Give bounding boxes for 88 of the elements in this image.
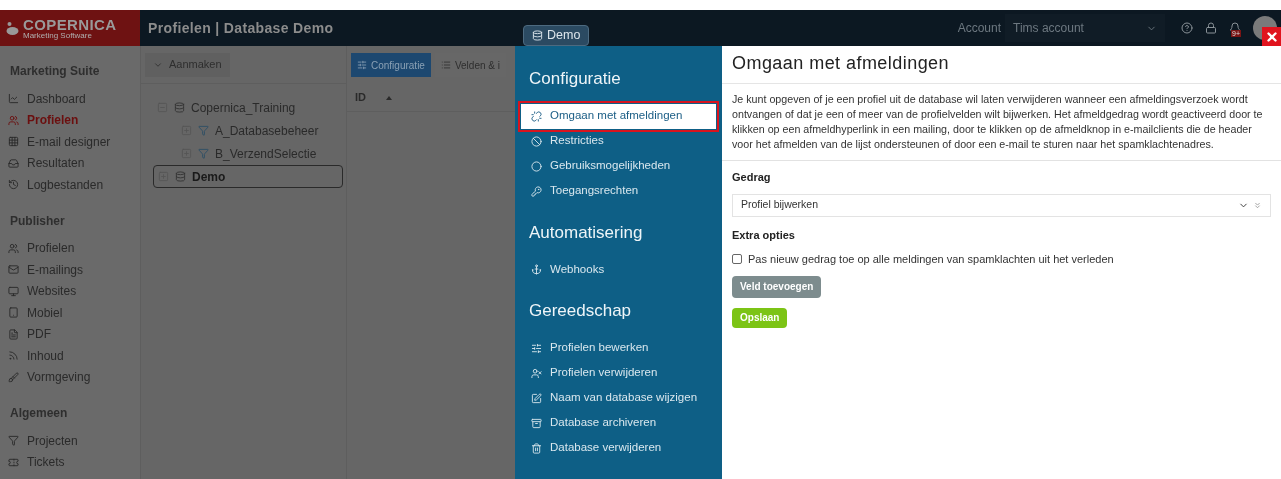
sidebar-item[interactable]: Resultaten — [8, 152, 140, 174]
bell-icon[interactable] — [1229, 22, 1241, 34]
close-icon — [1264, 29, 1279, 44]
lock-icon[interactable] — [1205, 22, 1217, 34]
menu-item[interactable]: Gebruiksmogelijkheden — [521, 153, 716, 179]
help-icon[interactable] — [1181, 22, 1193, 34]
edit-icon — [531, 392, 542, 404]
grid-icon — [8, 136, 19, 148]
menu-item[interactable]: Toegangsrechten — [521, 178, 716, 204]
sidebar-item[interactable]: Logbestanden — [8, 174, 140, 196]
filter-icon — [198, 148, 209, 159]
sidebar-item[interactable]: Inhoud — [8, 345, 140, 367]
envelope-icon — [8, 264, 19, 276]
sidebar-item[interactable]: PDF — [8, 323, 140, 345]
sidebar-item[interactable]: Vormgeving — [8, 366, 140, 388]
account-select[interactable]: Tims account — [1005, 14, 1165, 42]
database-icon — [175, 171, 186, 182]
close-button[interactable] — [1262, 27, 1281, 46]
description: Je kunt opgeven of je een profiel uit de database wil laten verwijderen wanneer een afmeldingsverzoek wordt ontvangen of dat je een of meer van de profielvelden wilt bijwerken. Het afmeldgedrag wordt geactiveerd door te klikken op een afmeldhyperlink in een mailing, door te klikken op de afmeldknop in e-mailclients die de header voor het afmelden van de lijst ondersteunen of door een e-mail te sturen naar het spamklachtenadres. — [722, 84, 1281, 161]
sliders-icon — [531, 342, 542, 354]
behavior-select[interactable]: Profiel bijwerken — [732, 193, 1271, 217]
menu-item[interactable]: Database archiveren — [521, 410, 716, 436]
add-field-button[interactable]: Veld toevoegen — [732, 275, 822, 298]
field-label: Gedrag — [732, 170, 772, 185]
content-title: Omgaan met afmeldingen — [722, 46, 1281, 84]
database-icon — [532, 30, 543, 41]
database-button[interactable]: Demo — [523, 25, 590, 46]
menu-heading: Automatisering — [528, 221, 644, 244]
sidebar-item[interactable]: E-mailings — [8, 259, 140, 281]
column-header[interactable]: ID — [355, 89, 366, 106]
chart-icon — [8, 93, 19, 105]
anchor-icon — [531, 264, 542, 275]
ban-icon — [531, 135, 542, 147]
monitor-icon — [8, 285, 19, 297]
menu-heading: Gereedschap — [528, 300, 633, 322]
sidebar-item[interactable]: E-mail designer — [8, 131, 140, 153]
history-icon — [8, 179, 19, 191]
sidebar-item[interactable]: Dashboard — [8, 88, 140, 110]
section-heading: Publisher — [9, 212, 66, 230]
page-title: Profielen | Database Demo — [148, 18, 335, 38]
logo: COPERNICA Marketing Software — [0, 10, 140, 46]
menu-item[interactable]: Naam van database wijzigen — [521, 385, 716, 411]
account-label: Account — [957, 20, 1001, 37]
field-label: Extra opties — [732, 227, 796, 243]
tree-node[interactable]: B_VerzendSelectie — [177, 142, 346, 165]
menu-item[interactable]: Webhooks — [521, 257, 716, 282]
tree-node[interactable]: Copernica_Training — [153, 96, 346, 119]
users-icon — [8, 114, 19, 126]
key-icon — [531, 185, 542, 197]
spam-checkbox[interactable]: Pas nieuw gedrag toe op alle meldingen van spamklachten uit het verleden — [732, 251, 1271, 268]
ticket-icon — [8, 456, 19, 468]
menu-item[interactable]: Database verwijderen — [521, 435, 716, 461]
tree-node[interactable]: Demo — [153, 165, 343, 188]
inbox-icon — [8, 157, 19, 169]
section-heading: Marketing Suite — [9, 63, 101, 80]
save-button[interactable]: Opslaan — [732, 307, 788, 328]
menu-item[interactable]: Profielen verwijderen — [521, 360, 716, 386]
database-icon — [174, 102, 185, 113]
document-icon — [8, 328, 19, 340]
trash-icon — [531, 442, 542, 454]
logo-icon — [6, 21, 19, 35]
unlink-icon — [531, 110, 542, 122]
sidebar-item[interactable]: Websites — [8, 280, 140, 302]
menu-item[interactable]: Restricties — [521, 128, 716, 154]
users-icon — [8, 242, 19, 254]
sort-icon — [386, 95, 392, 100]
menu-item[interactable]: Profielen bewerken — [521, 335, 716, 361]
filter-icon — [198, 125, 209, 136]
menu-heading: Configuratie — [528, 68, 622, 90]
filter-icon — [8, 435, 19, 447]
menu-item[interactable]: Omgaan met afmeldingen — [521, 103, 716, 129]
sidebar-item[interactable]: Mobiel — [8, 302, 140, 324]
section-heading: Algemeen — [9, 405, 69, 422]
table-tab[interactable]: Configuratie — [351, 53, 431, 77]
tree-node[interactable]: A_Databasebeheer — [177, 119, 346, 142]
tablet-icon — [8, 307, 19, 319]
double-caret-icon — [1253, 200, 1262, 210]
sliders-icon — [357, 60, 367, 70]
list-icon — [440, 60, 451, 70]
circle-icon — [531, 160, 542, 172]
user-remove-icon — [531, 367, 542, 379]
sidebar-item[interactable]: Tickets — [8, 451, 140, 473]
sidebar-item[interactable]: Profielen — [8, 237, 140, 259]
sidebar-item[interactable]: Profielen — [8, 109, 140, 131]
brush-icon — [8, 371, 19, 383]
archive-icon — [531, 417, 542, 429]
sidebar-item[interactable]: Projecten — [8, 430, 140, 452]
rss-icon — [8, 350, 19, 362]
